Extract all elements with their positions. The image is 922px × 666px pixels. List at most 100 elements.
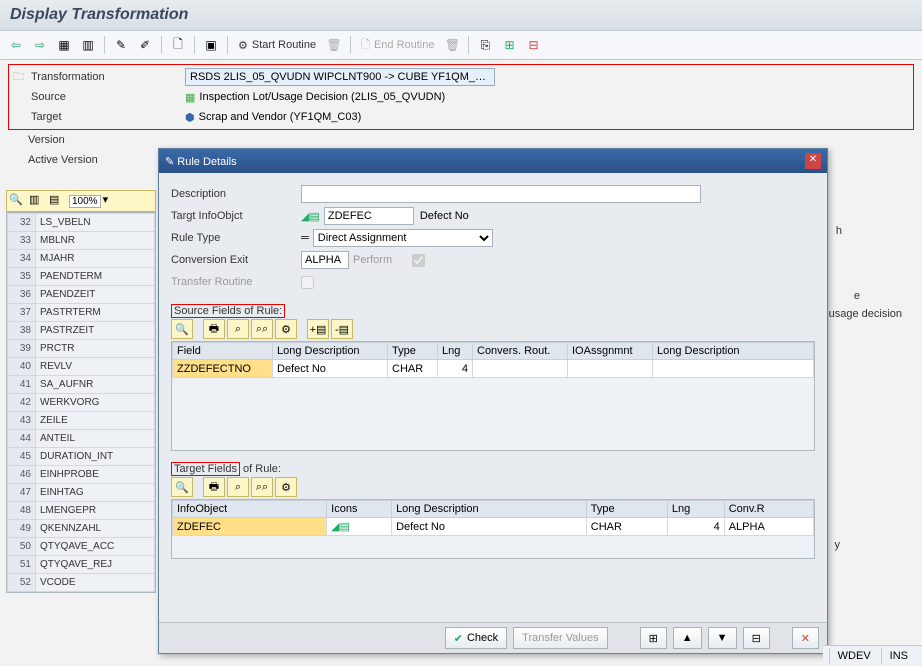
calc-button[interactable]: ⊞ xyxy=(640,627,667,649)
print-icon[interactable]: 🖶 xyxy=(203,319,225,339)
zoom-dropdown-icon[interactable]: ▾ xyxy=(103,193,121,209)
list-item[interactable]: 50QTYQAVE_ACC xyxy=(8,538,155,556)
dialog-icon: ✎ xyxy=(165,156,174,168)
list-item[interactable]: 44ANTEIL xyxy=(8,430,155,448)
close-icon[interactable]: ✕ xyxy=(805,153,821,169)
src-desc: Defect No xyxy=(273,360,388,378)
list-item[interactable]: 51QTYQAVE_REJ xyxy=(8,556,155,574)
list-item[interactable]: 37PASTRTERM xyxy=(8,304,155,322)
src-col-ldesc[interactable]: Long Description xyxy=(653,343,814,360)
detail-icon-2[interactable]: 🔍 xyxy=(171,477,193,497)
tgt-col-io[interactable]: InfoObject xyxy=(173,501,327,518)
list-item[interactable]: 43ZEILE xyxy=(8,412,155,430)
start-routine-button[interactable]: ⚙Start Routine xyxy=(234,39,320,52)
next-button[interactable]: ▼ xyxy=(708,627,737,649)
filter-icon-2[interactable]: ⌕ xyxy=(227,477,249,497)
list-item[interactable]: 42WERKVORG xyxy=(8,394,155,412)
binoc-icon[interactable]: ⌕⌕ xyxy=(251,319,273,339)
table-row[interactable]: ZDEFEC ◢▤ Defect No CHAR 4 ALPHA xyxy=(173,518,814,536)
list-item[interactable]: 34MJAHR xyxy=(8,250,155,268)
delete-icon[interactable]: 🗑 xyxy=(324,35,344,55)
columns-icon[interactable]: ▥ xyxy=(29,193,47,209)
find-icon[interactable]: 🔍 xyxy=(9,193,27,209)
settings-icon[interactable]: ⚙ xyxy=(275,319,297,339)
prev-button[interactable]: ▲ xyxy=(673,627,702,649)
view-icon[interactable]: ▦ xyxy=(54,35,74,55)
row-field: EINHPROBE xyxy=(36,466,155,484)
doc-icon[interactable]: 🗋 xyxy=(168,35,188,55)
list-item[interactable]: 38PASTRZEIT xyxy=(8,322,155,340)
assign-icon: ═ xyxy=(301,232,309,244)
tgt-col-conv[interactable]: Conv.R xyxy=(724,501,813,518)
binoc-icon-2[interactable]: ⌕⌕ xyxy=(251,477,273,497)
left-toolbar: 🔍 ▥ ▤ 100% ▾ xyxy=(6,190,156,212)
table-row[interactable]: ZZDEFECTNO Defect No CHAR 4 xyxy=(173,360,814,378)
rows-icon[interactable]: ▤ xyxy=(49,193,67,209)
transfer-values-button[interactable]: Transfer Values xyxy=(513,627,607,649)
detail-icon[interactable]: 🔍 xyxy=(171,319,193,339)
list-item[interactable]: 47EINHTAG xyxy=(8,484,155,502)
list-item[interactable]: 45DURATION_INT xyxy=(8,448,155,466)
status-sys: WDEV xyxy=(829,648,879,664)
zoom-value[interactable]: 100% xyxy=(69,195,101,208)
check-button[interactable]: ✔Check xyxy=(445,627,507,649)
end-routine-button[interactable]: 🗋End Routine xyxy=(357,36,438,55)
source-fields-grid[interactable]: Field Long Description Type Lng Convers.… xyxy=(171,341,815,451)
frag-y: y xyxy=(835,539,841,551)
add-row-icon[interactable]: +▤ xyxy=(307,319,329,339)
src-col-conv[interactable]: Convers. Rout. xyxy=(473,343,568,360)
main-toolbar: ⇦ ⇨ ▦ ▥ ✎ ✐ 🗋 ▣ ⚙Start Routine 🗑 🗋End Ro… xyxy=(0,31,922,60)
list-item[interactable]: 39PRCTR xyxy=(8,340,155,358)
src-col-field[interactable]: Field xyxy=(173,343,273,360)
row-field: ANTEIL xyxy=(36,430,155,448)
pencil-icon[interactable]: ✐ xyxy=(135,35,155,55)
src-col-type[interactable]: Type xyxy=(388,343,438,360)
src-col-desc[interactable]: Long Description xyxy=(273,343,388,360)
row-field: SA_AUFNR xyxy=(36,376,155,394)
print-icon-2[interactable]: 🖶 xyxy=(203,477,225,497)
description-input[interactable] xyxy=(301,185,701,203)
list-item[interactable]: 36PAENDZEIT xyxy=(8,286,155,304)
list-item[interactable]: 40REVLV xyxy=(8,358,155,376)
back-icon[interactable]: ⇦ xyxy=(6,35,26,55)
tgt-col-desc[interactable]: Long Description xyxy=(392,501,587,518)
list-item[interactable]: 32LS_VBELN xyxy=(8,214,155,232)
copy-icon[interactable]: ⎘ xyxy=(475,35,495,55)
menu-icon[interactable]: ▥ xyxy=(78,35,98,55)
list-item[interactable]: 49QKENNZAHL xyxy=(8,520,155,538)
list-item[interactable]: 41SA_AUFNR xyxy=(8,376,155,394)
dialog-footer: ✔Check Transfer Values ⊞ ▲ ▼ ⊟ ✕ xyxy=(159,622,827,653)
filter-icon[interactable]: ⌕ xyxy=(227,319,249,339)
frag-usage: usage decision xyxy=(829,308,902,320)
delete-icon-2[interactable]: 🗑 xyxy=(442,35,462,55)
layout-icon[interactable]: ▣ xyxy=(201,35,221,55)
tree-icon[interactable]: ⊞ xyxy=(499,35,519,55)
list-item[interactable]: 48LMENGEPR xyxy=(8,502,155,520)
target-io-desc: Defect No xyxy=(420,210,469,222)
src-type: CHAR xyxy=(388,360,438,378)
tgt-col-icons[interactable]: Icons xyxy=(327,501,392,518)
cancel-button[interactable]: ✕ xyxy=(792,627,819,649)
src-col-io[interactable]: IOAssgnmnt xyxy=(568,343,653,360)
rule-type-select[interactable]: Direct Assignment xyxy=(313,229,493,247)
tgt-col-type[interactable]: Type xyxy=(586,501,667,518)
list-item[interactable]: 52VCODE xyxy=(8,574,155,592)
target-fields-grid[interactable]: InfoObject Icons Long Description Type L… xyxy=(171,499,815,559)
tgt-col-lng[interactable]: Lng xyxy=(667,501,724,518)
src-conv xyxy=(473,360,568,378)
list-item[interactable]: 33MBLNR xyxy=(8,232,155,250)
last-button[interactable]: ⊟ xyxy=(743,627,770,649)
rule-details-dialog: ✎ Rule Details ✕ Description Targt InfoO… xyxy=(158,148,828,654)
row-num: 52 xyxy=(8,574,36,592)
list-item[interactable]: 35PAENDTERM xyxy=(8,268,155,286)
tree-icon-2[interactable]: ⊟ xyxy=(523,35,543,55)
src-col-lng[interactable]: Lng xyxy=(438,343,473,360)
settings-icon-2[interactable]: ⚙ xyxy=(275,477,297,497)
wand-icon[interactable]: ✎ xyxy=(111,35,131,55)
del-row-icon[interactable]: -▤ xyxy=(331,319,353,339)
row-field: LMENGEPR xyxy=(36,502,155,520)
page-title: Display Transformation xyxy=(0,0,922,31)
list-item[interactable]: 46EINHPROBE xyxy=(8,466,155,484)
row-field: MBLNR xyxy=(36,232,155,250)
forward-icon[interactable]: ⇨ xyxy=(30,35,50,55)
